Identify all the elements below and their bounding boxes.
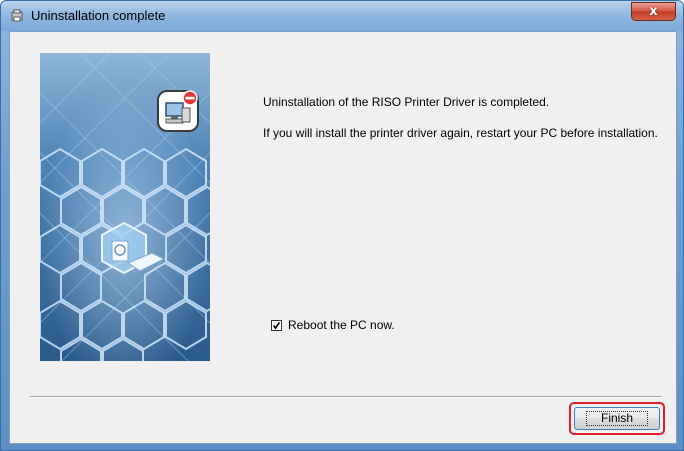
pc-remove-icon (157, 90, 199, 132)
checkmark-icon (272, 321, 281, 329)
title-bar[interactable]: Uninstallation complete x (1, 1, 683, 31)
restart-advice: If you will install the printer driver a… (263, 126, 658, 140)
footer-separator (30, 396, 662, 398)
window-title: Uninstallation complete (31, 8, 166, 23)
installer-icon (11, 9, 23, 22)
close-button[interactable]: x (631, 2, 676, 21)
close-icon: x (649, 4, 658, 19)
reboot-checkbox[interactable] (271, 319, 282, 331)
finish-highlight: Finish (569, 402, 665, 435)
finish-button[interactable]: Finish (574, 407, 660, 430)
finish-label: Finish (585, 411, 648, 426)
dialog-content: Uninstallation of the RISO Printer Drive… (9, 31, 677, 444)
installer-window: Uninstallation complete x Uninstallation… (0, 0, 684, 451)
reboot-label[interactable]: Reboot the PC now. (288, 318, 395, 332)
reboot-option[interactable]: Reboot the PC now. (271, 318, 395, 332)
completion-message: Uninstallation of the RISO Printer Drive… (263, 95, 550, 109)
side-graphic (40, 53, 210, 361)
